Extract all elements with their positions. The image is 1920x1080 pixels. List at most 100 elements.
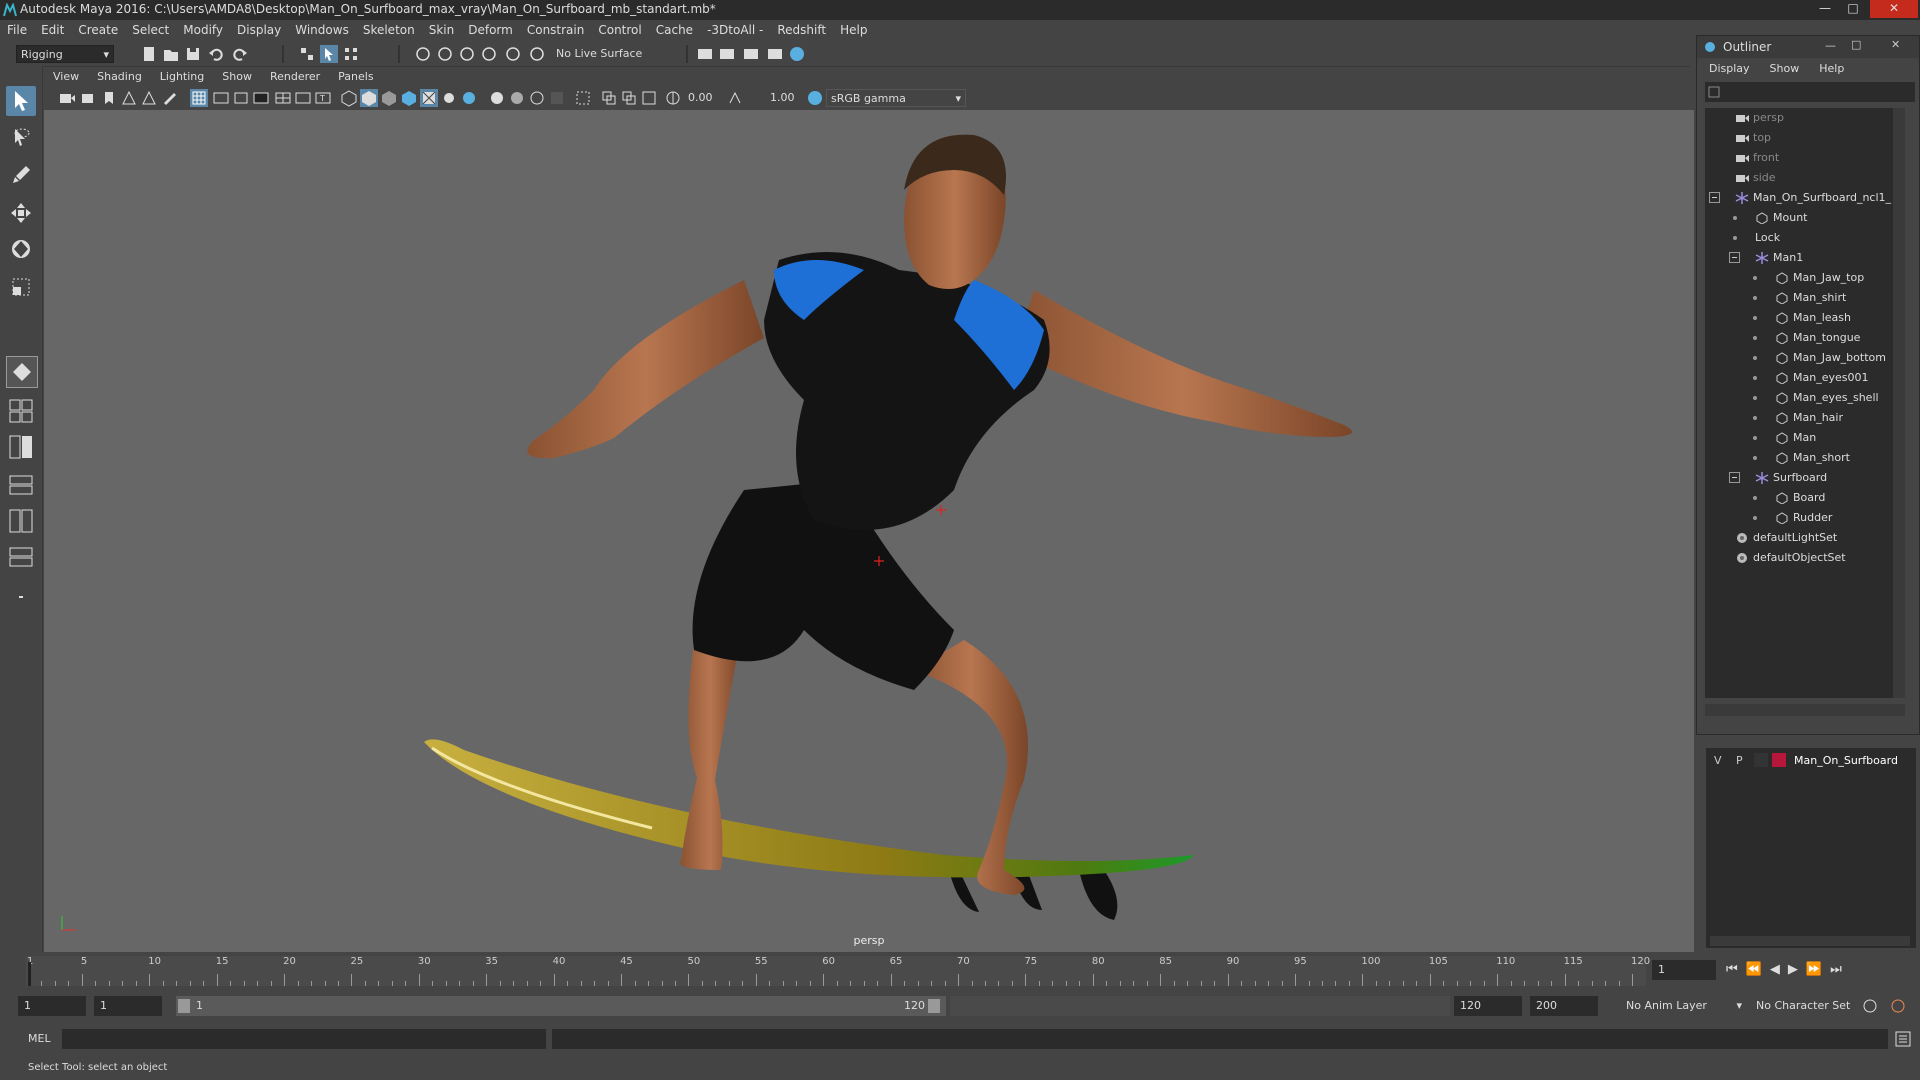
layout-two-panes-button[interactable] [6, 432, 36, 462]
film-gate-icon[interactable] [212, 89, 230, 107]
menuset-dropdown[interactable]: Rigging ▾ [16, 45, 114, 63]
grid-toggle-icon[interactable] [190, 89, 208, 107]
scale-tool-button[interactable] [6, 272, 36, 302]
grease-pencil-icon[interactable] [160, 89, 178, 107]
snap-curve-icon[interactable] [436, 45, 454, 63]
outliner-item[interactable]: Man_On_Surfboard_ncl1_ [1705, 188, 1905, 208]
animation-preferences-icon[interactable] [1888, 996, 1908, 1016]
save-scene-icon[interactable] [184, 45, 202, 63]
go-to-start-icon[interactable]: ⏮ [1726, 962, 1746, 977]
play-forward-icon[interactable]: ▶ [1788, 962, 1806, 977]
layer-visibility-toggle[interactable]: V [1714, 754, 1722, 767]
range-end-handle[interactable] [928, 999, 940, 1013]
render-view-icon[interactable] [766, 45, 784, 63]
panel-menu-shading[interactable]: Shading [88, 68, 151, 83]
safe-title-icon[interactable]: T [314, 89, 332, 107]
wireframe-on-shaded-icon[interactable] [400, 89, 418, 107]
use-all-lights-icon[interactable] [440, 89, 458, 107]
bookmark-icon[interactable] [100, 89, 118, 107]
anim-layer-dropdown[interactable]: No Anim Layer ▾ [1620, 996, 1744, 1016]
resolution-gate-icon[interactable] [232, 89, 250, 107]
outliner-item[interactable]: Lock [1705, 228, 1905, 248]
anti-aliasing-icon[interactable] [528, 89, 546, 107]
layout-outliner-button[interactable] [6, 470, 36, 500]
snap-grid-icon[interactable] [414, 45, 432, 63]
safe-action-icon[interactable] [294, 89, 312, 107]
auto-key-icon[interactable] [1860, 996, 1880, 1016]
menu-file[interactable]: File [0, 20, 34, 37]
layout-menu-button[interactable] [6, 582, 36, 612]
command-language-toggle[interactable]: MEL [28, 1032, 51, 1045]
panel-menu-panels[interactable]: Panels [329, 68, 382, 83]
collapse-toggle-icon[interactable] [1709, 192, 1720, 203]
xray-icon[interactable] [600, 89, 618, 107]
wireframe-icon[interactable] [340, 89, 358, 107]
panel-menu-lighting[interactable]: Lighting [151, 68, 213, 83]
outliner-item[interactable]: Board [1705, 488, 1905, 508]
script-editor-icon[interactable] [1894, 1030, 1912, 1048]
snap-point-icon[interactable] [458, 45, 476, 63]
select-object-icon[interactable] [320, 45, 338, 63]
colorspace-dropdown[interactable]: sRGB gamma ▾ [826, 89, 966, 107]
layout-single-button[interactable] [6, 396, 36, 426]
step-forward-key-icon[interactable]: ⏩ [1806, 962, 1830, 977]
live-surface-field[interactable]: No Live Surface [552, 45, 652, 63]
textured-icon[interactable] [420, 89, 438, 107]
menu-control[interactable]: Control [591, 20, 648, 37]
time-slider[interactable]: 1510152025303540455055606570758085909510… [0, 952, 1920, 990]
outliner-menu-show[interactable]: Show [1758, 60, 1808, 75]
gamma-field[interactable]: 1.00 [766, 89, 802, 107]
outliner-item[interactable]: front [1705, 148, 1905, 168]
image-plane-icon[interactable] [120, 89, 138, 107]
current-time-indicator[interactable] [28, 962, 31, 986]
outliner-item[interactable]: Man_leash [1705, 308, 1905, 328]
close-button[interactable]: ✕ [1870, 0, 1918, 18]
menu-display[interactable]: Display [230, 20, 288, 37]
maximize-button[interactable]: □ [1842, 0, 1864, 18]
render-settings-icon[interactable] [696, 45, 714, 63]
panel-menu-renderer[interactable]: Renderer [261, 68, 329, 83]
2d-pan-zoom-icon[interactable] [140, 89, 158, 107]
ipr-render-icon[interactable] [742, 45, 760, 63]
outliner-item[interactable]: Man_hair [1705, 408, 1905, 428]
menu-edit[interactable]: Edit [34, 20, 71, 37]
open-scene-icon[interactable] [162, 45, 180, 63]
outliner-vertical-scrollbar[interactable] [1893, 108, 1905, 698]
collapse-toggle-icon[interactable] [1729, 252, 1740, 263]
time-ruler[interactable]: 1510152025303540455055606570758085909510… [26, 956, 1650, 986]
outliner-minimize-button[interactable]: — [1825, 39, 1836, 52]
snap-view-plane-icon[interactable] [480, 45, 498, 63]
outliner-menu-help[interactable]: Help [1807, 60, 1852, 75]
smooth-shade-icon[interactable] [360, 89, 378, 107]
character-set-dropdown[interactable]: No Character Set [1750, 996, 1868, 1016]
camera-icon[interactable] [58, 89, 76, 107]
panel-menu-show[interactable]: Show [213, 68, 261, 83]
layout-graph-button[interactable] [6, 506, 36, 536]
gamma-icon[interactable] [726, 89, 744, 107]
snap-surface-icon[interactable] [504, 45, 522, 63]
shadows-icon[interactable] [460, 89, 478, 107]
xray-joints-icon[interactable] [620, 89, 638, 107]
menu-constrain[interactable]: Constrain [520, 20, 592, 37]
playback-start-field[interactable]: 1 [94, 996, 162, 1016]
menu-deform[interactable]: Deform [461, 20, 520, 37]
outliner-item[interactable]: Man_short [1705, 448, 1905, 468]
outliner-item[interactable]: Man_eyes_shell [1705, 388, 1905, 408]
animation-end-field[interactable]: 200 [1530, 996, 1598, 1016]
outliner-item[interactable]: Man_Jaw_bottom [1705, 348, 1905, 368]
redo-icon[interactable] [230, 45, 248, 63]
collapse-toggle-icon[interactable] [1729, 472, 1740, 483]
select-hierarchy-icon[interactable] [298, 45, 316, 63]
layer-color-swatch[interactable] [1772, 753, 1786, 767]
outliner-horizontal-scrollbar[interactable] [1705, 704, 1905, 716]
default-material-icon[interactable] [380, 89, 398, 107]
range-slider[interactable]: 1 120 [176, 996, 946, 1016]
outliner-close-button[interactable]: ✕ [1891, 38, 1900, 51]
command-input[interactable] [62, 1029, 546, 1049]
lasso-tool-button[interactable] [6, 124, 36, 154]
exposure-field[interactable]: 0.00 [684, 89, 724, 107]
menu-cache[interactable]: Cache [649, 20, 700, 37]
menu-redshift[interactable]: Redshift [770, 20, 833, 37]
menu-select[interactable]: Select [125, 20, 176, 37]
xray-components-icon[interactable] [640, 89, 658, 107]
